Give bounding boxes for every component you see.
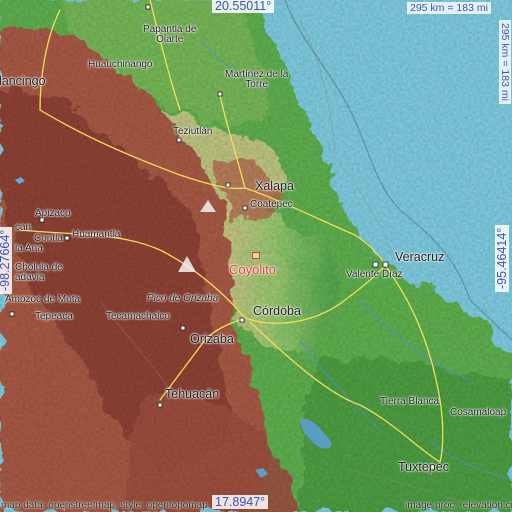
place-cholula-line2: adavia [15, 272, 45, 283]
place-pico-de-orizaba[interactable]: Pico de Orizaba [147, 294, 218, 304]
place-amozoc[interactable]: Amozoc de Mota [5, 295, 80, 305]
place-xalapa[interactable]: Xalapa [255, 180, 294, 193]
place-tecamachalco[interactable]: Tecamachalco [106, 312, 170, 322]
left-longitude: -98.27664° [0, 226, 12, 294]
bottom-latitude: 17.8947° [212, 495, 269, 509]
scale-bar-vertical: 295 km = 183 mi [499, 20, 511, 104]
place-cosamaloapan[interactable]: Cosamaloap [450, 408, 506, 418]
place-tulancingo[interactable]: lancingo [0, 75, 46, 88]
scale-bar-horizontal: 295 km = 183 mi [407, 2, 491, 14]
place-cordoba[interactable]: Córdoba [253, 305, 301, 318]
place-valente-diaz[interactable]: Valente Díaz [346, 270, 403, 280]
place-orizaba[interactable]: Orizaba [190, 333, 234, 346]
top-latitude: 20.55011° [212, 0, 275, 13]
place-apizaco[interactable]: Apizaco [35, 209, 71, 219]
place-la-ana[interactable]: la Ana [15, 244, 43, 254]
location-marker-icon[interactable] [252, 252, 260, 259]
right-longitude: -95.46414° [495, 224, 509, 292]
place-veracruz[interactable]: Veracruz [395, 251, 444, 264]
place-huamantla[interactable]: Huamantla [72, 230, 120, 240]
attribution-image-proc: image proc.: elevation.city [405, 500, 512, 511]
place-tierra-blanca[interactable]: Tierra Blanca [380, 397, 439, 407]
place-papantla[interactable]: Papantla de Olarte [143, 25, 196, 45]
topographic-map[interactable]: 20.55011° 17.8947° -98.27664° -95.46414°… [0, 0, 512, 512]
place-tuxtepec[interactable]: Tuxtepec [398, 461, 449, 474]
attribution-map-data: map data: openstreetmap, style: opentopo… [1, 500, 208, 511]
place-huauchinango[interactable]: Huauchinango [88, 60, 153, 70]
place-cholula[interactable]: Cholula de adavia [15, 263, 63, 283]
place-papantla-line2: Olarte [156, 34, 184, 45]
place-martinez-de-la-torre[interactable]: Martínez de la Torre [225, 70, 288, 90]
place-tehuacan[interactable]: Tehuacán [165, 388, 219, 401]
place-martinez-line2: Torre [245, 79, 269, 90]
place-coatepec[interactable]: Coatepec [250, 200, 293, 210]
highlighted-place-coyolito[interactable]: Coyolito [229, 262, 276, 277]
place-teziutlan[interactable]: Teziutlán [173, 127, 212, 137]
place-tepeaca[interactable]: Tepeaca [35, 312, 73, 322]
place-can[interactable]: can [15, 223, 31, 233]
